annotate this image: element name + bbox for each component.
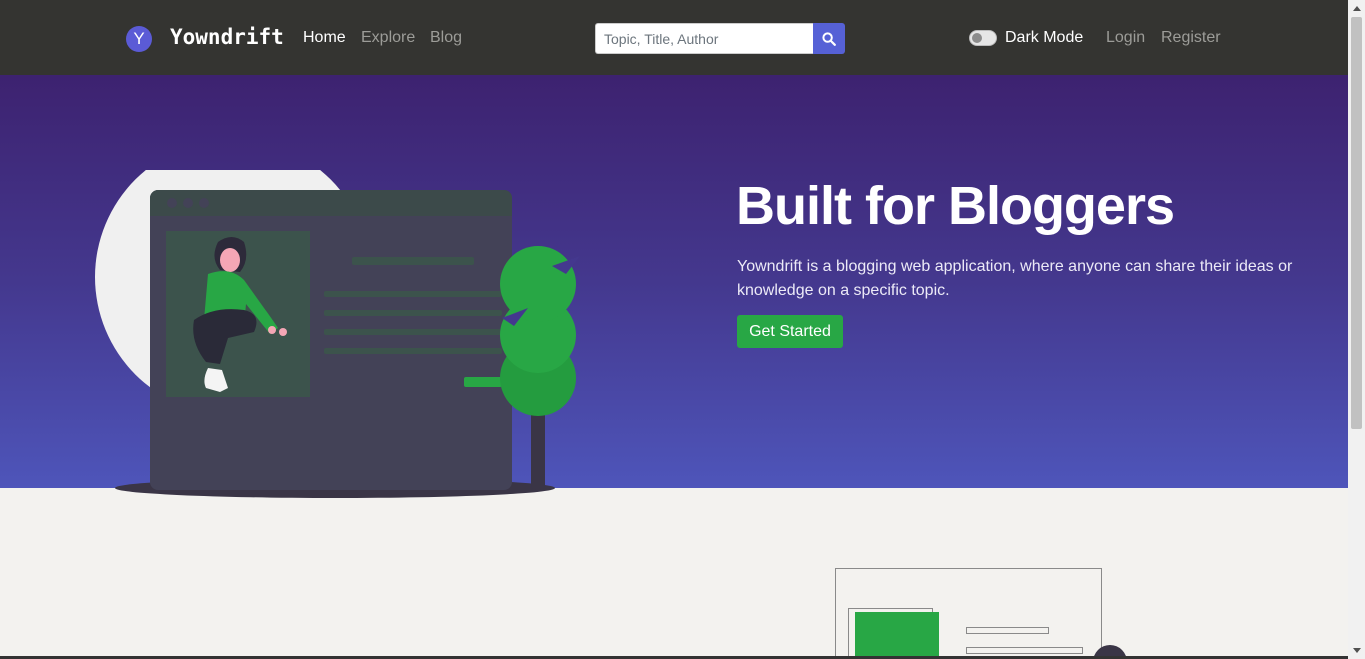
login-link[interactable]: Login	[1106, 28, 1145, 48]
page-scrollbar[interactable]	[1348, 0, 1365, 659]
hero-description: Yowndrift is a blogging web application,…	[737, 258, 1293, 299]
search-input[interactable]	[595, 23, 814, 54]
nav-explore[interactable]: Explore	[361, 28, 415, 48]
navbar: Y Yowndrift Home Explore Blog Dark Mode …	[0, 0, 1348, 75]
scroll-up-arrow[interactable]	[1348, 0, 1365, 17]
get-started-button[interactable]: Get Started	[737, 315, 843, 348]
nav-home[interactable]: Home	[303, 28, 346, 48]
register-link[interactable]: Register	[1161, 28, 1221, 48]
blogger-illustration	[95, 170, 580, 498]
hero-title: Built for Bloggers	[736, 176, 1175, 236]
scrollbar-thumb[interactable]	[1351, 17, 1362, 429]
nav-blog[interactable]: Blog	[430, 28, 462, 48]
dark-mode-toggle[interactable]	[969, 30, 997, 46]
scroll-down-arrow[interactable]	[1348, 642, 1365, 659]
blog-layout-illustration	[835, 568, 1127, 659]
dark-mode-label: Dark Mode	[1005, 29, 1084, 46]
brand-logo[interactable]: Y	[126, 26, 152, 52]
hero-section: Built for Bloggers Yowndrift is a bloggi…	[0, 75, 1348, 498]
brand-name[interactable]: Yowndrift	[170, 24, 284, 50]
search-button[interactable]	[813, 23, 845, 54]
search-icon	[822, 31, 836, 46]
